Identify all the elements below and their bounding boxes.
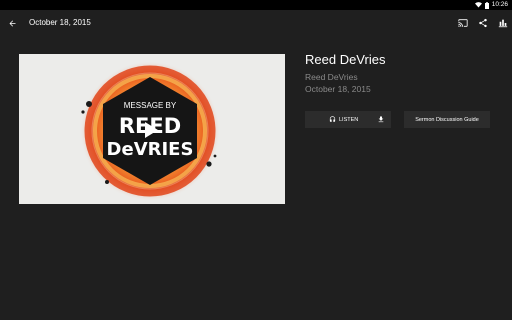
video-thumbnail[interactable]: MESSAGE BY REED DeVRIES [19, 54, 285, 204]
cast-button[interactable] [454, 14, 472, 32]
listen-button[interactable]: LISTEN [305, 111, 391, 128]
wifi-icon [474, 2, 482, 8]
status-time: 10:26 [491, 1, 508, 8]
download-icon [378, 116, 384, 123]
stats-button[interactable] [494, 14, 512, 32]
sermon-artwork: MESSAGE BY REED DeVRIES [19, 54, 285, 204]
listen-label: LISTEN [339, 116, 359, 123]
share-icon [479, 18, 487, 28]
arrow-back-icon [9, 20, 15, 26]
app-bar-title: October 18, 2015 [29, 18, 91, 27]
cast-icon [458, 19, 468, 27]
download-button[interactable] [376, 114, 386, 125]
headphones-icon [329, 116, 336, 122]
discussion-guide-label: Sermon Discussion Guide [415, 116, 479, 123]
sermon-title: Reed DeVries [305, 52, 386, 67]
status-bar: 10:26 [0, 0, 512, 10]
speaker-name: Reed DeVries [305, 72, 358, 82]
thumbnail-line3: DeVRIES [107, 139, 194, 160]
back-button[interactable] [3, 14, 21, 32]
thumbnail-line1: MESSAGE BY [124, 101, 177, 110]
sermon-date: October 18, 2015 [305, 84, 371, 94]
bar-chart-icon [498, 19, 508, 28]
app-bar: October 18, 2015 [0, 10, 512, 36]
battery-icon [484, 1, 489, 9]
share-button[interactable] [474, 14, 492, 32]
status-icons: 10:26 [474, 0, 508, 10]
discussion-guide-button[interactable]: Sermon Discussion Guide [404, 111, 490, 128]
